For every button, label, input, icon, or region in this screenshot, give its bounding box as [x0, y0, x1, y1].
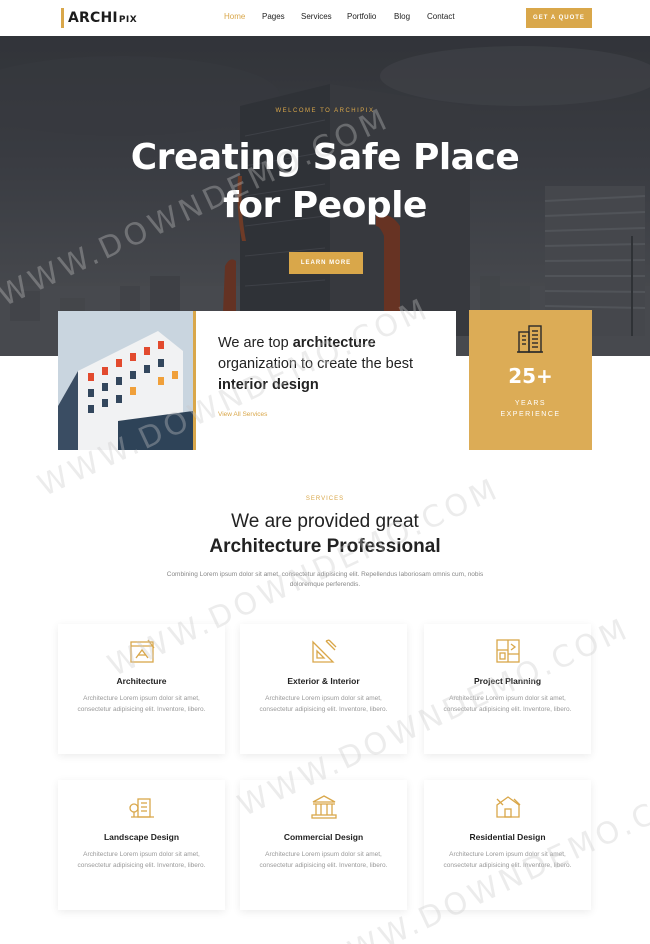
- about-card: We are top architecture organization to …: [196, 311, 456, 450]
- logo-main-text: ARCHI: [68, 10, 118, 26]
- services-kicker: SERVICES: [305, 496, 345, 502]
- experience-label-line1: YEARS: [514, 400, 547, 407]
- bank-building-icon: [311, 795, 337, 819]
- experience-label: YEARS EXPERIENCE: [469, 398, 592, 420]
- buildings-icon: [517, 325, 543, 353]
- experience-label-line2: EXPERIENCE: [500, 411, 561, 418]
- about-text-part1: We are top: [218, 335, 293, 351]
- about-text-part2: organization to create the best: [218, 356, 414, 372]
- service-card-text: Architecture Lorem ipsum dolor sit amet,…: [77, 851, 206, 869]
- main-menu: Home Pages Services Portfolio Blog Conta…: [224, 12, 455, 21]
- service-card-title: Architecture: [116, 676, 167, 686]
- service-card-text: Architecture Lorem ipsum dolor sit amet,…: [259, 851, 388, 869]
- about-statement: We are top architecture organization to …: [218, 333, 438, 396]
- hero-title-line2: for People: [223, 185, 427, 226]
- experience-card: 25+ YEARS EXPERIENCE: [469, 310, 592, 450]
- service-card-text: Architecture Lorem ipsum dolor sit amet,…: [259, 695, 388, 713]
- get-a-quote-button[interactable]: GET A QUOTE: [526, 8, 592, 28]
- services-title-line2: Architecture Professional: [209, 536, 441, 557]
- building-photo-illustration: [58, 311, 193, 450]
- hero-title: Creating Safe Place for People: [0, 134, 650, 230]
- service-card-residential-design[interactable]: Residential Design Architecture Lorem ip…: [424, 780, 591, 910]
- service-card-title: Exterior & Interior: [287, 676, 360, 686]
- service-card-exterior-interior[interactable]: Exterior & Interior Architecture Lorem i…: [240, 624, 407, 754]
- service-card-title: Project Planning: [473, 676, 542, 686]
- brand-logo[interactable]: ARCHI PIX: [61, 8, 137, 28]
- service-card-text: Architecture Lorem ipsum dolor sit amet,…: [443, 695, 572, 713]
- nav-item-blog[interactable]: Blog: [394, 12, 427, 21]
- nav-item-contact[interactable]: Contact: [427, 12, 455, 21]
- blueprint-icon: [496, 639, 520, 663]
- top-navbar: ARCHI PIX Home Pages Services Portfolio …: [0, 0, 650, 36]
- service-card-title: Residential Design: [469, 832, 546, 842]
- service-card-title: Commercial Design: [283, 832, 364, 842]
- nav-item-home[interactable]: Home: [224, 12, 262, 21]
- hero-kicker: WELCOME TO ARCHIPIX: [275, 108, 375, 114]
- logo-accent-bar: [61, 8, 64, 28]
- logo-sub-text: PIX: [118, 14, 138, 25]
- landscape-icon: [129, 798, 154, 818]
- services-description: Combining Lorem ipsum dolor sit amet, co…: [166, 571, 484, 588]
- house-plan-icon: [496, 796, 521, 818]
- view-all-services-link[interactable]: View All Services: [218, 411, 267, 418]
- service-card-text: Architecture Lorem ipsum dolor sit amet,…: [443, 851, 572, 869]
- nav-item-pages[interactable]: Pages: [262, 12, 301, 21]
- hero-title-line1: Creating Safe Place: [130, 137, 520, 178]
- about-text-bold1: architecture: [292, 335, 376, 351]
- nav-item-services[interactable]: Services: [301, 12, 347, 21]
- service-card-title: Landscape Design: [103, 832, 180, 842]
- service-card-architecture[interactable]: Architecture Architecture Lorem ipsum do…: [58, 624, 225, 754]
- ruler-pencil-icon: [312, 639, 337, 663]
- service-card-commercial-design[interactable]: Commercial Design Architecture Lorem ips…: [240, 780, 407, 910]
- service-card-project-planning[interactable]: Project Planning Architecture Lorem ipsu…: [424, 624, 591, 754]
- hero-section: WELCOME TO ARCHIPIX Creating Safe Place …: [0, 36, 650, 356]
- about-text-bold2: interior design: [218, 377, 319, 393]
- experience-number: 25+: [508, 364, 553, 388]
- learn-more-button[interactable]: LEARN MORE: [289, 252, 363, 274]
- about-building-image: [58, 311, 193, 450]
- nav-item-portfolio[interactable]: Portfolio: [347, 12, 394, 21]
- service-card-text: Architecture Lorem ipsum dolor sit amet,…: [77, 695, 206, 713]
- service-card-landscape-design[interactable]: Landscape Design Architecture Lorem ipsu…: [58, 780, 225, 910]
- drafting-icon: [130, 639, 155, 663]
- services-title-line1: We are provided great: [231, 511, 419, 532]
